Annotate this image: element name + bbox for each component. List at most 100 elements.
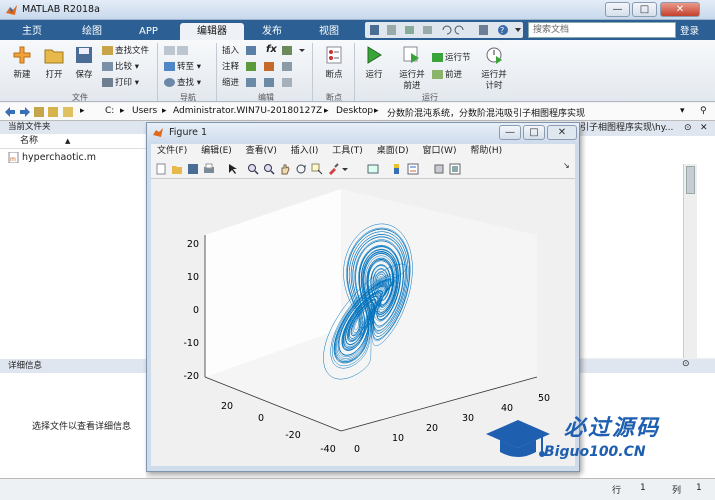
tab-apps[interactable]: APP [125,23,172,40]
print-button[interactable]: 打印 ▾ [102,78,139,88]
goto-icon [164,62,175,71]
path-search-icon[interactable]: ⚲ [700,106,707,116]
figure-toolbar: ↘ [151,159,575,179]
tab-home[interactable]: 主页 [8,23,56,40]
name-column-label: 名称 [20,136,39,146]
zoom-out-icon[interactable] [263,163,275,175]
toolbar-dock-icon[interactable]: ↘ [563,161,570,170]
print-icon [102,78,113,87]
file-name: hyperchaotic.m [22,152,96,163]
menu-tools[interactable]: 工具(T) [332,146,363,156]
rotate-3d-icon[interactable] [295,163,307,175]
compare-button[interactable]: 比较 ▾ [102,62,139,72]
brush-icon[interactable] [327,163,339,175]
run-section-icon [432,53,443,62]
find-files-button[interactable]: 查找文件 [102,46,149,56]
watermark-url: Biguo100.CN [544,444,646,460]
find-button[interactable]: 查找 ▾ [164,78,201,88]
open-file-icon[interactable] [171,163,183,175]
scrollbar-thumb[interactable] [686,166,695,194]
nav-arrows[interactable] [164,46,190,56]
brush-dropdown-icon[interactable] [341,163,349,175]
path-segment-admin[interactable]: Administrator.WIN7U-20180127Z [173,106,322,116]
figure-title-bar[interactable]: Figure 1 — □ ✕ [147,123,579,143]
zoom-in-icon[interactable] [247,163,259,175]
goto-button[interactable]: 转至 ▾ [164,62,201,72]
menu-desktop[interactable]: 桌面(D) [377,146,409,156]
menu-insert[interactable]: 插入(I) [291,146,319,156]
search-documentation-input[interactable]: 搜索文档 [528,22,676,38]
figure-close-button[interactable]: ✕ [547,125,577,140]
link-plot-icon[interactable] [367,163,379,175]
edit-section-label: 编辑 [258,93,274,102]
new-button[interactable]: 新建 [4,44,40,81]
path-dropdown-icon[interactable]: ▾ [680,106,685,116]
new-figure-icon[interactable] [155,163,167,175]
ribbon-divider [216,43,217,101]
insert-button[interactable]: 插入 [222,46,239,56]
path-nav-icons[interactable] [4,106,78,118]
ribbon-divider [354,43,355,101]
indent-button[interactable]: 缩进 [222,78,239,88]
menu-file[interactable]: 文件(F) [157,146,187,156]
dock-icon[interactable]: ⊙ [684,121,692,136]
menu-view[interactable]: 查看(V) [246,146,277,156]
tab-view[interactable]: 视图 [305,23,353,40]
show-plot-tools-icon[interactable] [449,163,461,175]
y-tick-label: 0 [354,444,360,455]
path-separator: ▸ [80,106,85,116]
pan-hand-icon[interactable] [279,163,291,175]
print-label: 打印 [115,78,133,88]
name-column-header[interactable]: 名称 ▲ [0,134,146,149]
svg-text:m: m [10,156,16,163]
figure-maximize-button[interactable]: □ [523,125,545,140]
advance-button[interactable]: 前进 [432,70,462,80]
m-file-icon: m [8,151,19,164]
advance-label: 前进 [445,70,463,80]
tab-publish[interactable]: 发布 [248,23,296,40]
tab-editor[interactable]: 编辑器 [180,23,244,40]
menu-window[interactable]: 窗口(W) [423,146,457,156]
path-segment-users[interactable]: Users [132,106,157,116]
run-and-advance-button[interactable]: 运行并 前进 [394,44,430,92]
login-link[interactable]: 登录 [680,23,699,37]
y-tick-label: 10 [392,433,404,444]
run-section-button[interactable]: 运行节 [432,53,471,63]
title-bar: MATLAB R2018a — □ ✕ [0,0,715,20]
menu-edit[interactable]: 编辑(E) [201,146,232,156]
legend-icon[interactable] [407,163,419,175]
path-separator: ▸ [374,106,379,116]
save-figure-icon[interactable] [187,163,199,175]
path-segment-drive[interactable]: C: [105,106,114,116]
run-and-time-button[interactable]: 运行并 计时 [476,44,512,92]
z-tick-labels: 20 10 0 -10 -20 [183,239,199,382]
close-button[interactable]: ✕ [660,2,700,17]
hide-plot-tools-icon[interactable] [433,163,445,175]
dock-icon[interactable]: ⊙ [682,359,690,369]
breakpoints-button[interactable]: 断点 [316,44,352,81]
y-tick-label: 30 [462,413,474,424]
close-editor-icon[interactable]: ✕ [700,121,708,136]
path-segment-desktop[interactable]: Desktop [336,106,373,116]
navigate-section-label: 导航 [180,93,196,102]
comment-button[interactable]: 注释 [222,62,239,72]
path-separator: ▸ [162,106,167,116]
figure-minimize-button[interactable]: — [499,125,521,140]
quick-access-icons[interactable]: ? [365,22,523,38]
minimize-button[interactable]: — [605,2,630,17]
edit-tool-icons[interactable] [246,46,306,90]
save-button[interactable]: 保存 [66,44,102,81]
vertical-scrollbar[interactable] [683,164,697,358]
run-button[interactable]: 运行 [356,44,392,81]
maximize-button[interactable]: □ [632,2,657,17]
breakpoints-icon [326,46,342,64]
path-segment-folder[interactable]: 分数阶混沌系统，分数阶混沌吸引子相图程序实现 [387,106,585,119]
list-item[interactable]: m hyperchaotic.m [8,151,96,164]
tab-plots[interactable]: 绘图 [68,23,116,40]
colorbar-icon[interactable] [391,163,403,175]
menu-help[interactable]: 帮助(H) [470,146,502,156]
select-arrow-icon[interactable] [227,163,239,175]
print-figure-icon[interactable] [203,163,215,175]
open-folder-icon [44,49,64,64]
data-cursor-icon[interactable] [311,163,323,175]
